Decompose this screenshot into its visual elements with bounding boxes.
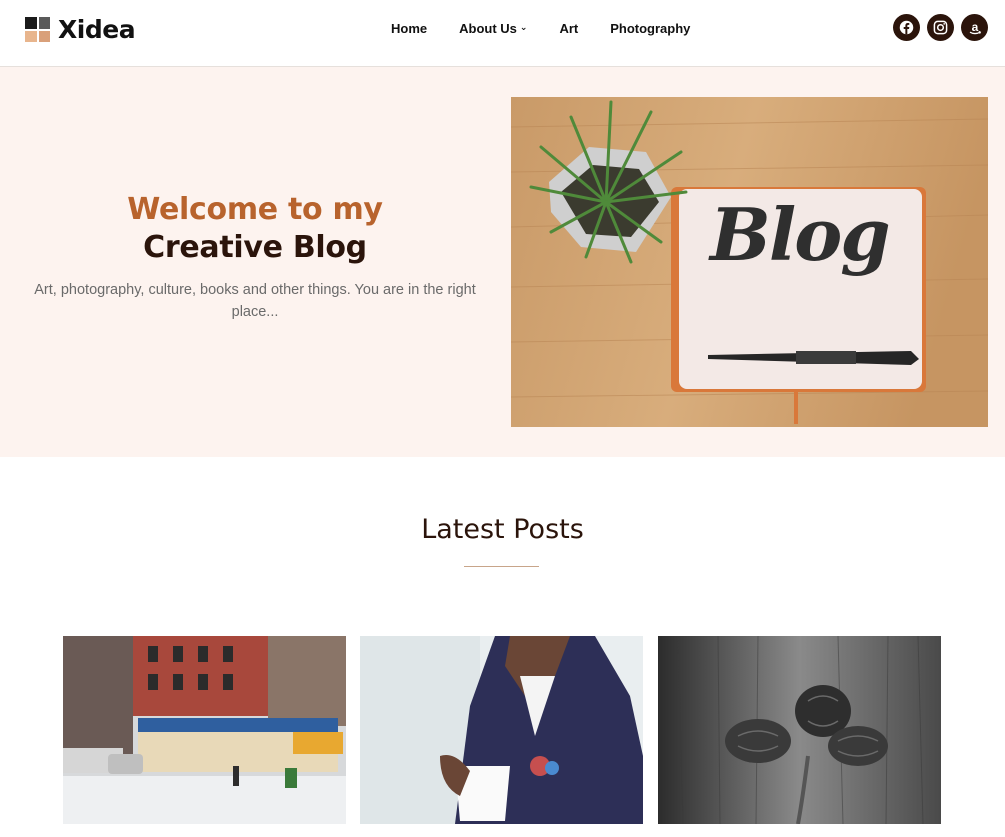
nav-item-about-us[interactable]: About Us ⌄ (459, 21, 527, 36)
post-card[interactable] (360, 636, 643, 824)
logo-mark-icon (25, 17, 50, 42)
main-nav: Home About Us ⌄ Art Photography (391, 21, 722, 36)
nav-item-home[interactable]: Home (391, 21, 427, 36)
nav-item-label: Photography (610, 21, 691, 36)
hero-title-line1: Welcome to my (127, 192, 383, 227)
chevron-down-icon: ⌄ (519, 22, 528, 32)
facebook-icon (899, 20, 914, 35)
latest-posts-heading: Latest Posts (421, 514, 584, 545)
hero-text-block: Welcome to my Creative Blog Art, photogr… (30, 191, 480, 323)
instagram-icon (933, 20, 948, 35)
nav-item-art[interactable]: Art (559, 21, 578, 36)
nav-item-label: Home (391, 21, 428, 36)
amazon-icon: a (969, 20, 981, 34)
post-card[interactable] (63, 636, 346, 824)
amazon-link[interactable]: a (961, 14, 988, 41)
hero-title-line2: Creative Blog (143, 230, 367, 265)
site-header: Xidea Home About Us ⌄ Art Photography a (0, 0, 1005, 67)
post-thumbnail (63, 636, 346, 824)
nav-item-photography[interactable]: Photography (610, 21, 690, 36)
site-logo[interactable]: Xidea (25, 15, 136, 44)
facebook-link[interactable] (893, 14, 920, 41)
nav-item-label: Art (559, 21, 579, 36)
svg-text:a: a (971, 20, 978, 34)
heading-divider (464, 566, 539, 567)
brand-name: Xidea (58, 15, 136, 44)
hero-subtitle: Art, photography, culture, books and oth… (34, 282, 476, 320)
hero-section: Welcome to my Creative Blog Art, photogr… (0, 67, 1005, 457)
instagram-link[interactable] (927, 14, 954, 41)
nav-item-label: About Us (459, 21, 517, 36)
hero-image-text: Blog (710, 192, 891, 277)
post-thumbnail (658, 636, 941, 824)
social-links: a (893, 14, 988, 41)
post-card[interactable] (658, 636, 941, 824)
post-thumbnail (360, 636, 643, 824)
